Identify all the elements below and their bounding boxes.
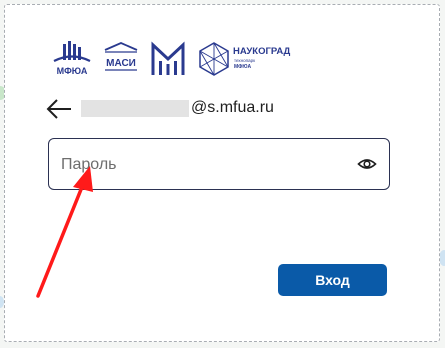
email-domain: @s.mfua.ru bbox=[191, 99, 274, 116]
masi-logo: МАСИ bbox=[104, 42, 138, 71]
eye-icon[interactable] bbox=[357, 154, 377, 174]
naukograd-subtitle: технопарк bbox=[234, 58, 255, 63]
naukograd-subtitle-mfua: МФЮА bbox=[234, 64, 251, 70]
naukograd-logo bbox=[199, 42, 229, 76]
password-field bbox=[48, 138, 390, 190]
back-arrow-icon[interactable] bbox=[45, 97, 73, 121]
mfua-logo: МФЮА bbox=[53, 41, 91, 76]
m-building-logo bbox=[151, 41, 185, 75]
masi-logo-text: МАСИ bbox=[106, 58, 136, 69]
login-button[interactable]: Вход bbox=[278, 264, 387, 296]
mfua-logo-text: МФЮА bbox=[57, 66, 88, 76]
masked-username bbox=[81, 100, 189, 117]
password-input[interactable] bbox=[59, 139, 343, 190]
naukograd-wordmark: НАУКОГРАД технопарк МФЮА bbox=[233, 46, 291, 70]
login-card: МФЮА МАСИ НАУКОГРАД технопарк МФЮА @s.mf… bbox=[4, 4, 440, 342]
naukograd-title: НАУКОГРАД bbox=[233, 46, 291, 57]
